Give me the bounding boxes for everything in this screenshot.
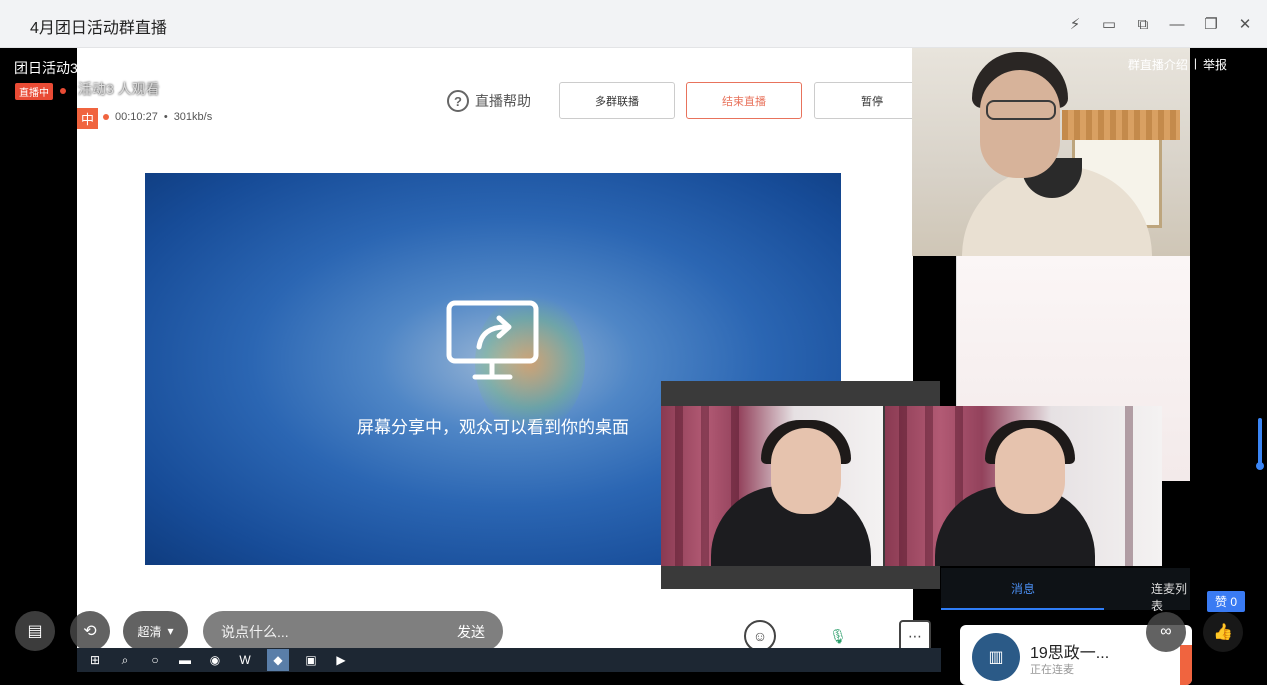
comment-input[interactable]: 说点什么... 发送	[203, 611, 503, 651]
link-separator: |	[1193, 56, 1197, 70]
intro-link[interactable]: 群直播介绍	[1128, 56, 1188, 73]
close-icon[interactable]: ✕	[1233, 12, 1257, 36]
curtain-fold	[925, 406, 933, 566]
duration: 00:10:27	[115, 111, 158, 123]
curtain-fold	[1125, 406, 1133, 566]
curtain-fold	[701, 406, 709, 566]
live-status-tag: 中	[77, 108, 98, 129]
person-face	[980, 70, 1060, 178]
live-help[interactable]: ? 直播帮助	[447, 90, 531, 112]
participant-name: 19思政一...	[1030, 645, 1110, 662]
link-icon[interactable]: ∞	[1146, 612, 1186, 652]
title-bar: 4月团日活动群直播 ⚡ ▭ ⧉ — ❐ ✕	[0, 0, 1267, 48]
stats-separator: •	[163, 111, 168, 123]
send-button[interactable]: 发送	[457, 622, 485, 642]
help-icon: ?	[447, 90, 469, 112]
person-face	[771, 428, 841, 514]
minimize-icon[interactable]: —	[1165, 12, 1189, 36]
app-icon-active: ◆	[267, 649, 289, 671]
volume-slider[interactable]	[1256, 418, 1264, 470]
search-icon: ⌕	[121, 652, 129, 667]
curtain-fold	[899, 406, 907, 566]
notes-icon[interactable]: ▤	[15, 611, 55, 651]
caret-down-icon: ▾	[167, 624, 174, 638]
person-face	[995, 428, 1065, 514]
file-explorer-icon: ▬	[179, 653, 191, 667]
stream-stats: 00:10:27 • 301kb/s	[103, 111, 212, 123]
like-count: 赞 0	[1207, 591, 1246, 612]
quality-selector[interactable]: 超清 ▾	[123, 611, 188, 651]
window-controls: ⚡ ▭ ⧉ — ❐ ✕	[1063, 12, 1257, 36]
intro-links: 群直播介绍 | 举报	[1128, 56, 1227, 73]
card-action-edge[interactable]	[1180, 645, 1192, 685]
screen-cast-icon[interactable]: ▭	[1097, 12, 1121, 36]
live-indicator-dot	[60, 88, 66, 94]
message-tabs: 消息 连麦列表	[941, 568, 1190, 613]
pause-button[interactable]: 暂停	[814, 82, 913, 119]
rotate-icon[interactable]: ⟲	[70, 611, 110, 651]
live-dot	[103, 114, 109, 120]
background-curtain	[1062, 110, 1180, 140]
report-link[interactable]: 举报	[1203, 56, 1227, 73]
teacher-camera-feed	[912, 48, 1190, 256]
cortana-icon: ○	[151, 653, 159, 667]
thumbs-up-icon[interactable]: 👍	[1203, 612, 1243, 652]
shared-taskbar: ⊞ ⌕ ○ ▬ ◉ W ◆ ▣ ▶	[77, 648, 941, 672]
student-camera-feed-2	[885, 406, 1162, 566]
media-icon: ▶	[336, 653, 346, 667]
end-live-button[interactable]: 结束直播	[686, 82, 802, 119]
window-title: 4月团日活动群直播	[30, 20, 167, 37]
windows-start-icon: ⊞	[89, 653, 101, 667]
live-badge: 直播中	[15, 83, 53, 100]
app-icon: ▣	[305, 653, 317, 667]
multi-group-button[interactable]: 多群联播	[559, 82, 675, 119]
tab-messages[interactable]: 消息	[1011, 580, 1035, 597]
screen-share-icon	[446, 300, 539, 380]
student-camera-feed-1	[661, 406, 883, 566]
group-avatar: ▥	[972, 633, 1020, 681]
help-label: 直播帮助	[475, 93, 531, 109]
room-name: 团日活动3	[14, 60, 78, 76]
restore-icon[interactable]: ⧉	[1131, 12, 1155, 36]
live-stage: ? 直播帮助 多群联播 结束直播 暂停 中 00:10:27 • 301kb/s…	[0, 48, 1267, 685]
curtain-fold	[675, 406, 683, 566]
viewer-count: 活动3 人观看	[78, 81, 160, 97]
participant-status: 正在连麦	[1030, 664, 1074, 676]
browser-icon: ◉	[209, 653, 221, 667]
quality-label: 超清	[137, 624, 162, 639]
tab-mic-list[interactable]: 连麦列表	[1151, 580, 1190, 614]
office-icon: W	[239, 653, 251, 667]
active-tab-underline	[941, 608, 1104, 610]
lightning-icon[interactable]: ⚡	[1063, 12, 1087, 36]
person-glasses	[986, 100, 1056, 120]
bitrate: 301kb/s	[173, 111, 213, 123]
comment-placeholder: 说点什么...	[221, 624, 289, 640]
maximize-icon[interactable]: ❐	[1199, 12, 1223, 36]
